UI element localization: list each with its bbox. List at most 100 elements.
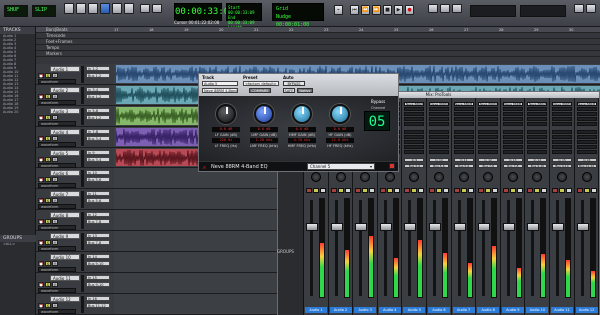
mute-button[interactable]: M bbox=[52, 177, 58, 183]
insert-slot[interactable]: Neve 88RM bbox=[453, 102, 474, 106]
track-name-field[interactable]: Audio 10 bbox=[50, 254, 80, 261]
insert-slot-empty[interactable] bbox=[453, 112, 474, 116]
record-enable-button[interactable]: ● bbox=[38, 93, 44, 99]
output-selector[interactable]: Bus 1-2 bbox=[86, 93, 110, 99]
pan-knob[interactable] bbox=[335, 172, 346, 182]
volume-fader[interactable] bbox=[404, 222, 417, 231]
strip-input-selector[interactable]: In 11 bbox=[453, 158, 474, 162]
solo-button[interactable]: S bbox=[45, 302, 51, 308]
output-selector[interactable]: Bus 9-10 bbox=[86, 281, 110, 287]
solo-button[interactable]: S bbox=[45, 198, 51, 204]
input-selector[interactable]: In 13 bbox=[86, 233, 110, 239]
insert-slot-empty[interactable] bbox=[404, 117, 425, 121]
channel-selector[interactable]: Channel 5 ▾ bbox=[307, 163, 375, 170]
strip-name-button[interactable]: Audio 9 bbox=[501, 307, 524, 313]
track-view-selector[interactable]: waveform bbox=[38, 246, 76, 252]
track-name-field[interactable]: Audio 1 bbox=[50, 66, 80, 72]
countoff-button[interactable] bbox=[452, 4, 462, 13]
send-slot-empty[interactable] bbox=[527, 145, 548, 149]
track-view-selector[interactable]: waveform bbox=[38, 120, 76, 126]
track-header[interactable]: Audio 10 ● S Mwaveform In 14 Bus 9-10 bbox=[36, 252, 114, 273]
pan-knob[interactable] bbox=[458, 172, 469, 182]
send-slot-empty[interactable] bbox=[502, 140, 523, 144]
track-view-selector[interactable]: waveform bbox=[38, 162, 76, 168]
output-selector[interactable]: Bus 1-2 bbox=[86, 114, 110, 120]
send-slot-empty[interactable] bbox=[478, 140, 499, 144]
insert-slot-empty[interactable] bbox=[527, 122, 548, 126]
strip-record-button[interactable] bbox=[502, 188, 509, 193]
insert-slot-empty[interactable] bbox=[502, 122, 523, 126]
strip-name-button[interactable]: Audio 4 bbox=[378, 307, 401, 313]
send-slot-empty[interactable] bbox=[576, 135, 597, 139]
strip-solo-button[interactable] bbox=[337, 188, 344, 193]
insert-slot-empty[interactable] bbox=[502, 117, 523, 121]
send-slot-empty[interactable] bbox=[453, 150, 474, 154]
scrubber-tool-button[interactable] bbox=[124, 3, 134, 14]
track-header[interactable]: Audio 5 ● S Mwaveform In 9 Bus 3-4 bbox=[36, 147, 114, 169]
strip-record-button[interactable] bbox=[527, 188, 534, 193]
send-slot-empty[interactable] bbox=[478, 150, 499, 154]
strip-record-button[interactable] bbox=[552, 188, 558, 193]
insert-slot-empty[interactable] bbox=[502, 112, 523, 116]
track-header[interactable]: Audio 12 ● S Mwaveform In 16 Bus 11-12 bbox=[36, 293, 114, 315]
insert-slot[interactable]: Neve 88RM bbox=[429, 102, 449, 106]
track-view-selector[interactable]: waveform bbox=[38, 79, 76, 84]
solo-button[interactable]: S bbox=[45, 219, 51, 225]
mute-button[interactable]: M bbox=[52, 261, 58, 267]
mute-button[interactable]: M bbox=[52, 156, 58, 162]
solo-button[interactable]: S bbox=[45, 114, 51, 120]
track-header[interactable]: Audio 6 ● S Mwaveform In 10 Bus 5-6 bbox=[36, 168, 114, 190]
strip-mute-button[interactable] bbox=[467, 188, 474, 193]
send-slot-empty[interactable] bbox=[527, 150, 548, 154]
insert-slot-empty[interactable] bbox=[429, 107, 449, 111]
insert-slot-empty[interactable] bbox=[478, 117, 499, 121]
edit-mode-display[interactable]: SHUF bbox=[4, 5, 28, 17]
strip-output-selector[interactable]: Bus 9-10 bbox=[527, 164, 548, 168]
input-selector[interactable]: In 15 bbox=[86, 274, 110, 280]
grabber-tool-button[interactable] bbox=[100, 3, 110, 14]
track-view-selector[interactable]: waveform bbox=[38, 141, 76, 147]
track-name-field[interactable]: Audio 5 bbox=[50, 149, 80, 156]
strip-mute-button[interactable] bbox=[393, 188, 400, 193]
pan-knob[interactable] bbox=[532, 172, 543, 182]
gain-knob[interactable] bbox=[216, 104, 236, 124]
track-view-selector[interactable]: waveform bbox=[38, 99, 76, 105]
insert-slot-empty[interactable] bbox=[453, 117, 474, 121]
send-slot-empty[interactable] bbox=[404, 140, 425, 144]
volume-fader[interactable] bbox=[379, 222, 392, 231]
strip-mute-button[interactable] bbox=[418, 188, 425, 193]
bypass-button[interactable]: BYPASS bbox=[283, 81, 305, 86]
solo-button[interactable]: S bbox=[45, 261, 51, 267]
track-view-selector[interactable]: waveform bbox=[38, 308, 76, 314]
insert-slot[interactable]: Neve 88RM bbox=[576, 102, 597, 106]
rewind-to-start-button[interactable]: ⏮ bbox=[350, 5, 359, 15]
input-selector[interactable]: In 14 bbox=[86, 254, 110, 260]
track-name-field[interactable]: Audio 6 bbox=[50, 170, 80, 177]
volume-fader[interactable] bbox=[330, 222, 343, 231]
record-enable-button[interactable]: ● bbox=[38, 240, 44, 246]
volume-fader[interactable] bbox=[478, 222, 491, 231]
send-slot-empty[interactable] bbox=[576, 140, 597, 144]
input-selector[interactable]: In 1-2 bbox=[86, 66, 110, 71]
groups-list-item[interactable]: <ALL> bbox=[0, 242, 36, 246]
native-button[interactable]: Native bbox=[297, 88, 313, 93]
record-enable-button[interactable]: ● bbox=[38, 73, 44, 78]
gain-knob[interactable] bbox=[330, 104, 350, 124]
send-slot-empty[interactable] bbox=[478, 135, 499, 139]
strip-record-button[interactable] bbox=[576, 188, 583, 193]
volume-fader[interactable] bbox=[502, 222, 515, 231]
pan-knob[interactable] bbox=[507, 172, 518, 182]
track-name-field[interactable]: Audio 9 bbox=[50, 233, 80, 240]
track-name-field[interactable]: Audio 12 bbox=[50, 295, 80, 302]
record-enable-button[interactable]: ● bbox=[38, 219, 44, 225]
insert-slot-empty[interactable] bbox=[576, 112, 597, 116]
send-slot-empty[interactable] bbox=[576, 145, 597, 149]
trim-tool-button[interactable] bbox=[76, 3, 86, 14]
strip-solo-button[interactable] bbox=[386, 188, 393, 193]
strip-output-selector[interactable]: Bus 3-4 bbox=[404, 164, 425, 168]
rewind-button[interactable]: ⏪ bbox=[361, 5, 370, 15]
volume-fader[interactable] bbox=[527, 222, 540, 231]
solo-button[interactable]: S bbox=[45, 156, 51, 162]
insert-slot-empty[interactable] bbox=[404, 107, 425, 111]
midi-merge-button[interactable] bbox=[428, 4, 438, 13]
